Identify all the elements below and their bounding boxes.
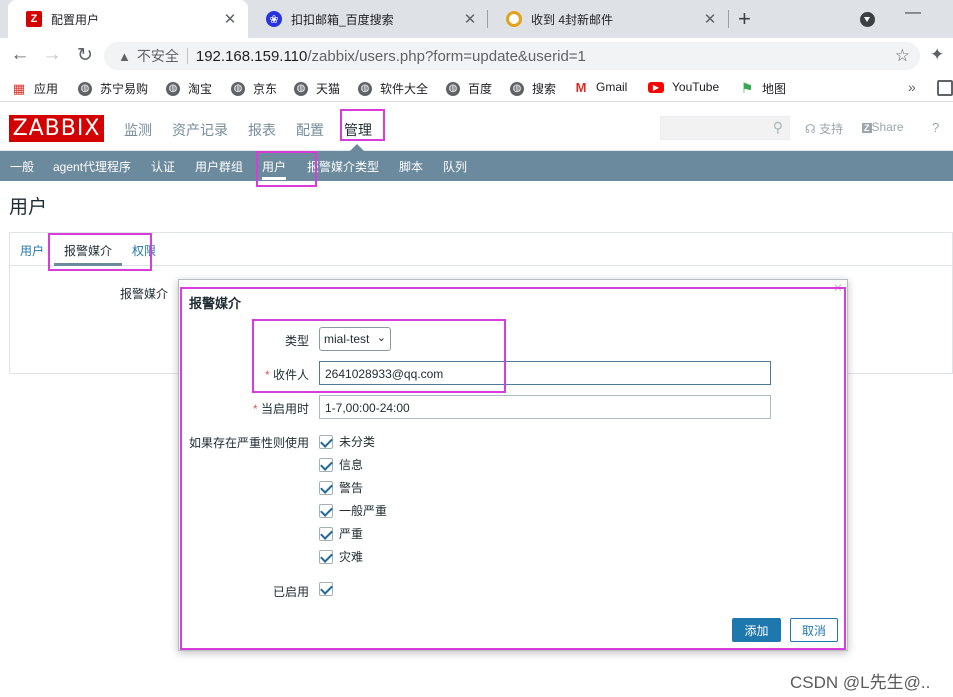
active-menu-caret [350,144,364,151]
mail-favicon-icon [506,11,522,27]
browser-tab-active[interactable]: Z 配置用户 ✕ [8,0,248,38]
zabbix-favicon-icon: Z [26,11,42,27]
help-icon[interactable]: ? [932,120,939,135]
menu-inventory[interactable]: 资产记录 [172,120,228,140]
highlight-type-recipient [252,319,506,393]
bookmark-star-icon[interactable]: ☆ [895,46,910,66]
apps-grid-icon: ▦ [12,80,26,96]
tab-title: 收到 4封新邮件 [531,12,614,27]
bookmark-gmail[interactable]: M Gmail [574,79,628,95]
new-tab-icon[interactable]: + [738,6,751,32]
omnibox-divider [186,48,188,64]
highlight-media-tab [48,233,152,271]
globe-icon: ◍ [166,81,180,96]
bookmark-item[interactable]: ◍ 天猫 [294,80,340,97]
globe-icon: ◍ [446,81,460,96]
globe-icon: ◍ [510,81,524,96]
warning-icon[interactable]: ▲ [118,49,131,64]
bookmark-item[interactable]: ◍ 淘宝 [166,80,212,97]
page-title: 用户 [9,197,48,218]
tab-close-icon[interactable]: ✕ [220,10,240,28]
bookmark-label: 地图 [762,82,787,96]
tab-user[interactable]: 用户 [20,242,44,259]
tab-search-icon[interactable] [860,12,875,27]
extensions-icon[interactable]: ✦ [930,45,944,65]
bookmark-item[interactable]: ◍ 苏宁易购 [78,80,148,97]
subnav-proxies[interactable]: agent代理程序 [53,158,131,175]
share-icon: Z [862,123,872,133]
baidu-favicon-icon: ❀ [266,11,282,27]
media-field-label: 报警媒介 [120,287,169,301]
bookmark-label: 淘宝 [188,82,213,96]
bookmark-label: 百度 [468,82,493,96]
tab-close-icon[interactable]: ✕ [460,10,480,28]
bookmark-label: YouTube [672,80,720,94]
subnav-queue[interactable]: 队列 [443,158,467,175]
browser-tab[interactable]: 收到 4封新邮件 ✕ [488,0,728,38]
tab-title: 配置用户 [51,12,100,27]
highlight-users-subnav [256,151,317,187]
bookmark-item[interactable]: ◍ 京东 [231,80,277,97]
admin-subnav: 一般 agent代理程序 认证 用户群组 用户 报警媒介类型 脚本 队列 [0,151,953,181]
youtube-icon: ▶ [648,81,664,93]
bookmark-label: 京东 [253,82,278,96]
security-label[interactable]: 不安全 [137,46,179,66]
url-host: 192.168.159.110 [195,47,308,65]
support-link[interactable]: ☊ 支持 [805,120,843,137]
globe-icon: ◍ [358,81,372,96]
globe-icon: ◍ [294,81,308,96]
more-bookmarks-icon[interactable]: » [908,79,916,95]
bookmark-apps[interactable]: ▦ 应用 [12,80,58,97]
zabbix-search-input[interactable]: ⚲ [660,116,790,140]
bookmark-youtube[interactable]: ▶ YouTube [648,80,719,94]
subnav-user-groups[interactable]: 用户群组 [195,158,243,175]
watermark: CSDN @L先生@.. [790,673,931,692]
address-bar[interactable]: ▲ 不安全 192.168.159.110/zabbix/users.php?f… [104,42,920,70]
bookmark-item[interactable]: ◍ 百度 [446,80,492,97]
forward-icon[interactable]: → [40,44,64,66]
bookmarks-bar: ▦ 应用 ◍ 苏宁易购 ◍ 淘宝 ◍ 京东 ◍ 天猫 ◍ 软件大全 ◍ 百度 ◍ 搜索 M Gma… [0,74,953,102]
browser-toolbar: ← → ↻ ▲ 不安全 192.168.159.110/zabbix/users… [0,38,953,74]
search-icon[interactable]: ⚲ [773,119,783,136]
tab-close-icon[interactable]: ✕ [700,10,720,28]
zabbix-logo[interactable]: ZABBIX [9,115,104,142]
url-path: /zabbix/users.php?form=update&userid=1 [307,47,586,65]
subnav-media-types[interactable]: 报警媒介类型 [307,158,379,175]
url-text[interactable]: 192.168.159.110/zabbix/users.php?form=up… [196,48,586,65]
bookmark-item[interactable]: ◍ 软件大全 [358,80,428,97]
tab-divider [728,10,729,28]
bookmark-label: 软件大全 [380,82,429,96]
reading-list-icon[interactable] [937,80,953,96]
subnav-authentication[interactable]: 认证 [151,158,175,175]
gmail-icon: M [575,79,587,95]
zabbix-header: ZABBIX 监测 资产记录 报表 配置 管理 ⚲ ☊ 支持 Z Share ? [0,103,953,151]
globe-icon: ◍ [231,81,245,96]
bookmark-label: 搜索 [532,82,557,96]
tab-title: 扣扣邮箱_百度搜索 [291,12,394,27]
reload-icon[interactable]: ↻ [73,44,97,67]
browser-tab-strip: Z 配置用户 ✕ ❀ 扣扣邮箱_百度搜索 ✕ 收到 4封新邮件 ✕ + — [0,0,953,38]
support-label: 支持 [819,122,844,136]
maps-pin-icon: ⚑ [740,80,754,96]
menu-reports[interactable]: 报表 [248,120,276,140]
subnav-general[interactable]: 一般 [10,158,34,175]
back-icon[interactable]: ← [8,44,32,66]
browser-tab[interactable]: ❀ 扣扣邮箱_百度搜索 ✕ [248,0,488,38]
share-label: Share [871,120,904,134]
highlight-admin-menu [340,109,385,141]
bookmark-label: 应用 [34,82,59,96]
bookmark-label: Gmail [596,80,628,94]
subnav-scripts[interactable]: 脚本 [399,158,423,175]
bookmark-maps[interactable]: ⚑ 地图 [740,80,786,97]
menu-monitoring[interactable]: 监测 [124,120,152,140]
headset-icon: ☊ [805,122,816,136]
globe-icon: ◍ [78,81,92,96]
share-link[interactable]: Z Share [862,120,904,134]
menu-configuration[interactable]: 配置 [296,120,324,140]
bookmark-label: 天猫 [316,82,341,96]
bookmark-label: 苏宁易购 [100,82,149,96]
bookmark-item[interactable]: ◍ 搜索 [510,80,556,97]
minimize-icon[interactable]: — [905,4,921,22]
